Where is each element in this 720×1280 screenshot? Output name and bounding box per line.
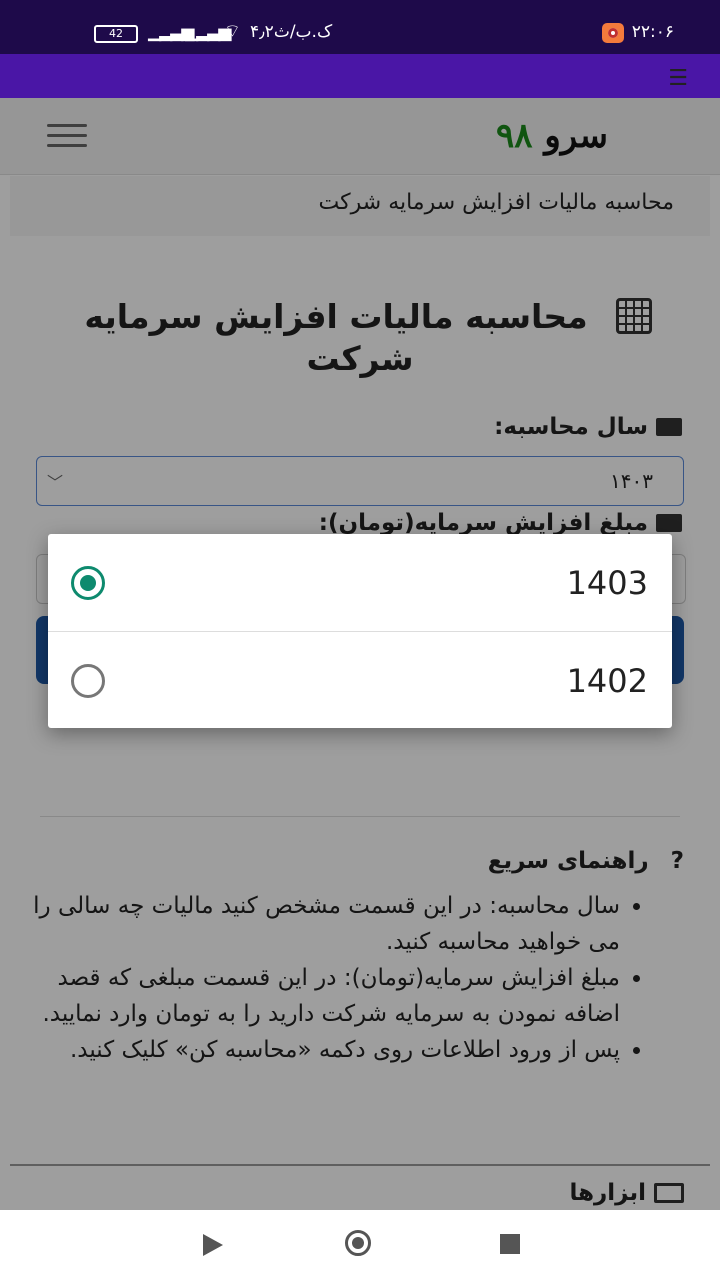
year-option-1402[interactable]: 1402 — [48, 631, 672, 728]
year-picker-dialog: 1403 1402 — [48, 534, 672, 728]
navigation-bar — [0, 1210, 720, 1280]
wifi-icon: ⌔ — [224, 21, 241, 42]
app-bar: ☰ — [0, 54, 720, 98]
clock: ۲۲:۰۶ — [631, 22, 674, 42]
screen-record-icon — [602, 23, 624, 43]
home-icon[interactable] — [345, 1230, 371, 1256]
back-icon[interactable] — [203, 1234, 223, 1256]
status-bar: 42 ▁▂▃▅ ▁▂▃▅ ⌔ ۴٫۲ک.ب/ث ۲۲:۰۶ — [0, 0, 720, 54]
option-label: 1402 — [566, 662, 648, 700]
option-label: 1403 — [566, 564, 648, 602]
recent-apps-icon[interactable] — [500, 1234, 520, 1254]
signal-icon-1: ▁▂▃▅ — [185, 22, 231, 42]
radio-unselected-icon[interactable] — [71, 664, 105, 698]
battery-indicator: 42 — [94, 25, 138, 43]
radio-selected-icon[interactable] — [71, 566, 105, 600]
year-option-1403[interactable]: 1403 — [48, 534, 672, 631]
network-speed: ۴٫۲ک.ب/ث — [250, 22, 333, 42]
menu-icon[interactable]: ☰ — [668, 66, 688, 91]
